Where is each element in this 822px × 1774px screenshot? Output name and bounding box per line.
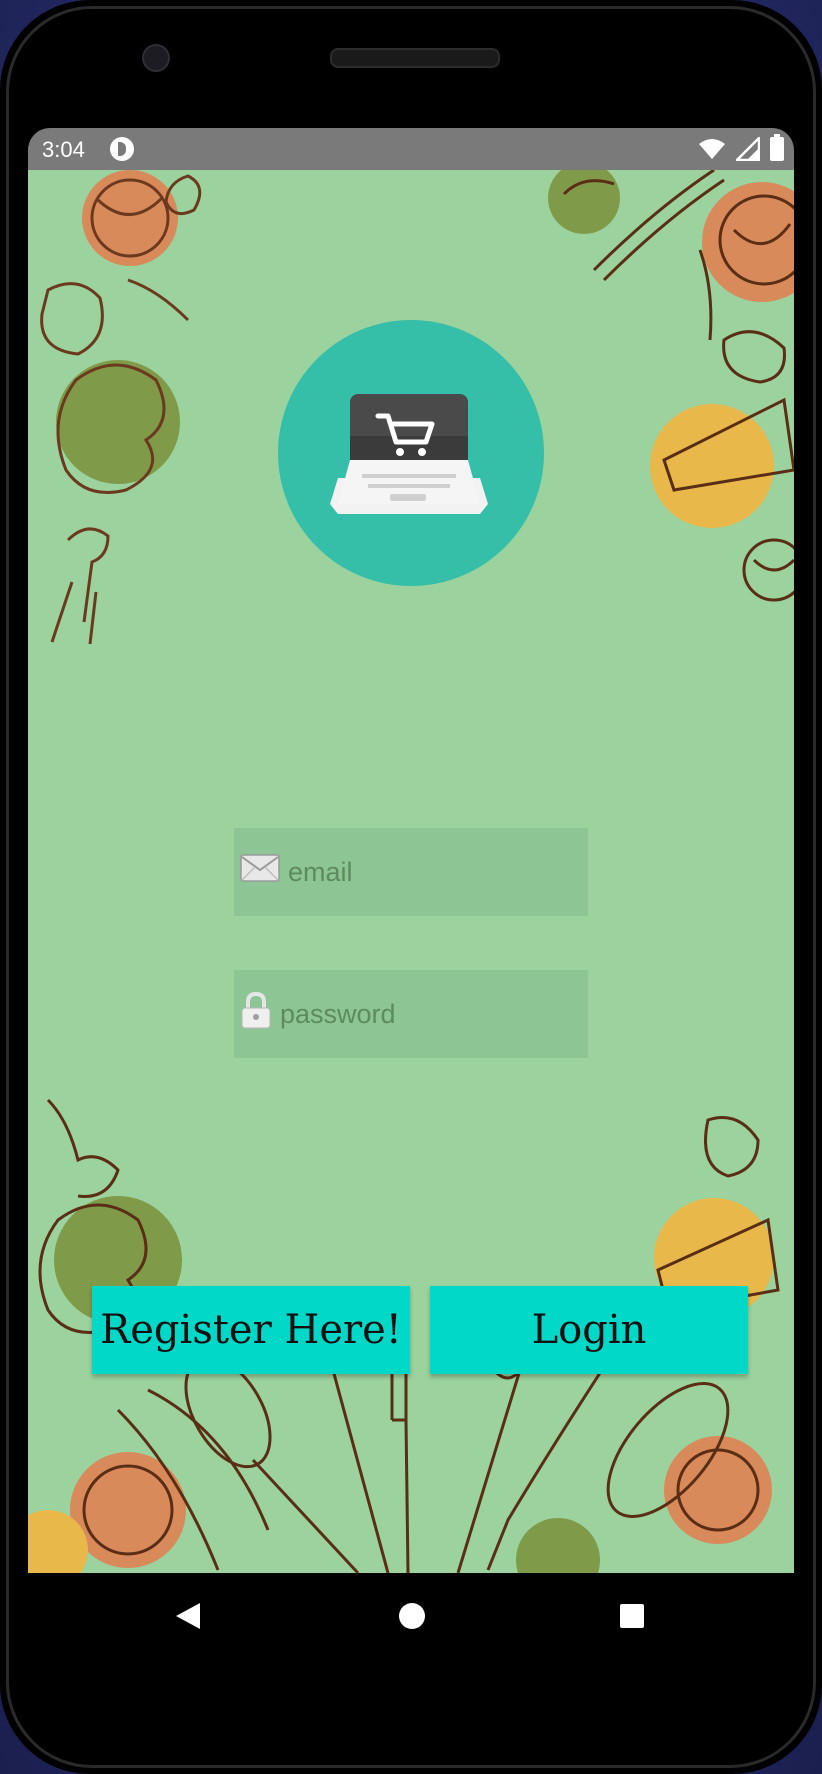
earpiece-speaker <box>330 48 500 68</box>
app-notification-icon <box>110 137 134 161</box>
login-button[interactable]: Login <box>430 1286 748 1374</box>
password-field[interactable] <box>234 970 588 1058</box>
phone-frame: 3:04 email Register Here! Login <box>0 0 822 1774</box>
wifi-icon <box>699 139 725 159</box>
food-illustration-top-left <box>40 170 202 645</box>
back-icon[interactable] <box>174 1601 202 1631</box>
home-icon[interactable] <box>398 1601 426 1631</box>
shopping-cart-laptop-icon <box>330 394 488 514</box>
food-illustration-top-right <box>548 170 794 602</box>
front-camera <box>142 44 170 72</box>
battery-icon <box>770 134 784 161</box>
status-icons <box>698 134 784 162</box>
register-button[interactable]: Register Here! <box>92 1286 410 1374</box>
email-field[interactable] <box>234 828 588 916</box>
screen: 3:04 email Register Here! Login <box>28 128 794 1658</box>
status-bar: 3:04 <box>28 128 794 170</box>
login-screen: Register Here! Login <box>28 170 794 1573</box>
app-logo <box>278 320 544 586</box>
navigation-bar <box>28 1573 794 1658</box>
signal-icon <box>736 137 760 161</box>
recents-icon[interactable] <box>618 1601 646 1631</box>
status-time: 3:04 <box>42 137 85 162</box>
email-input[interactable] <box>234 828 588 916</box>
password-input[interactable] <box>234 970 588 1058</box>
